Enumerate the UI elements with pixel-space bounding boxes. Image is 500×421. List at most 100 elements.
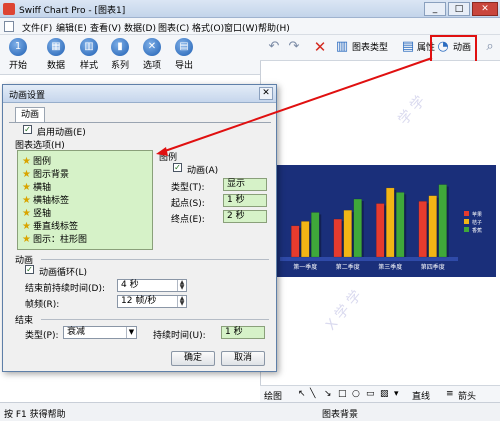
style-button[interactable]: ▥ 样式: [75, 38, 103, 71]
data-icon: ▦: [47, 38, 65, 56]
chart-bar: [311, 212, 320, 258]
chart-bar-shade: [446, 186, 449, 257]
list-item-label: 竖轴: [32, 209, 51, 219]
chart-bar: [418, 201, 427, 258]
legend-animation-checkbox[interactable]: ✓: [173, 163, 182, 172]
export-button[interactable]: ▤ 导出: [170, 38, 198, 71]
ok-button[interactable]: 确定: [171, 351, 215, 366]
options-button[interactable]: ✕ 选项: [138, 38, 166, 71]
animation-settings-dialog: 动画设置 ✕ 动画 ✓ 启用动画(E) 图表选项(H) ★ 图例 ★ 图示背景 ★ 横…: [2, 84, 277, 372]
ellipse-tool-icon[interactable]: ○: [352, 389, 360, 399]
chart-options-list[interactable]: ★ 图例 ★ 图示背景 ★ 横轴 ★ 横轴标签 ★ 竖轴 ★ 垂直线标签 ★ 图示：柱形图: [17, 150, 153, 250]
list-item[interactable]: ★ 垂直线标签: [22, 219, 78, 232]
text-tool-icon[interactable]: ▭: [366, 389, 375, 399]
chart-bar-shade: [361, 201, 364, 257]
star-icon: ★: [22, 169, 31, 180]
menu-format[interactable]: 格式(O): [192, 21, 224, 34]
arrow-tool-icon[interactable]: ↘: [324, 389, 332, 399]
legend-swatch: [464, 211, 469, 216]
list-item[interactable]: ★ 图例: [22, 154, 51, 167]
list-item[interactable]: ★ 图示背景: [22, 167, 69, 180]
dialog-close-button[interactable]: ✕: [259, 87, 273, 100]
menu-file[interactable]: 文件(F): [22, 21, 52, 34]
title-bar: Swiff Chart Pro - [图表1] _ □ ✕: [0, 0, 500, 18]
arrow-style-label[interactable]: 箭头: [458, 389, 476, 402]
series-button[interactable]: ▮ 系列: [106, 38, 134, 71]
chart-type-icon: ▥: [335, 39, 349, 54]
stepper-arrows-icon[interactable]: ▲ ▼: [177, 296, 186, 307]
end-field[interactable]: 2 秒: [223, 210, 267, 223]
undo-icon[interactable]: ↶: [266, 39, 282, 55]
app-icon: [3, 3, 15, 15]
data-button[interactable]: ▦ 数据: [42, 38, 70, 71]
list-item-label: 图例: [32, 157, 51, 167]
animation-loop-checkbox[interactable]: ✓: [25, 265, 34, 274]
menu-data[interactable]: 数据(D): [124, 21, 156, 34]
chart-preview[interactable]: 第一季度 第二季度 第三季度 第四季度 苹果 桔子 香蕉: [268, 165, 496, 277]
chart-type-button[interactable]: 图表类型: [352, 40, 388, 53]
start-button[interactable]: 1 开始: [4, 38, 32, 71]
fill-color-icon[interactable]: ▾: [394, 389, 399, 399]
status-help: 按 F1 获得帮助: [4, 410, 66, 420]
stepper-arrows-icon[interactable]: ▲ ▼: [177, 280, 186, 291]
duration-stepper[interactable]: 4 秒 ▲ ▼: [117, 279, 187, 292]
menu-help[interactable]: 帮助(H): [258, 21, 290, 34]
start-label: 起点(S):: [171, 199, 205, 209]
chart-bar-shade: [404, 194, 407, 257]
menu-window[interactable]: 窗口(W): [224, 21, 258, 34]
menu-view[interactable]: 查看(V): [90, 21, 121, 34]
list-item[interactable]: ★ 图示：柱形图: [22, 232, 87, 245]
legend-swatch: [464, 227, 469, 232]
list-item[interactable]: ★ 横轴: [22, 180, 51, 193]
rectangle-tool-icon[interactable]: □: [338, 389, 347, 399]
legend-label: 桔子: [472, 219, 482, 226]
tab-animation[interactable]: 动画: [15, 107, 45, 123]
chart-bar: [343, 209, 352, 258]
minimize-button[interactable]: _: [424, 2, 446, 16]
start-field[interactable]: 1 秒: [223, 194, 267, 207]
type-label: 类型(T):: [171, 183, 205, 193]
chart-bar: [301, 221, 310, 258]
pointer-icon[interactable]: ↖: [298, 389, 306, 399]
list-item-label: 图示：柱形图: [32, 235, 87, 245]
export-label: 导出: [174, 61, 193, 71]
chart-bar: [386, 187, 395, 258]
enable-animation-checkbox[interactable]: ✓: [23, 125, 32, 134]
image-tool-icon[interactable]: ▨: [380, 389, 389, 399]
close-button[interactable]: ✕: [472, 2, 498, 16]
chart-bar: [438, 184, 447, 258]
draw-menu[interactable]: 绘图: [264, 389, 282, 402]
menu-bar: 文件(F) 编辑(E) 查看(V) 数据(D) 图表(C) 格式(O) 窗口(W…: [0, 18, 500, 35]
list-item[interactable]: ★ 竖轴: [22, 206, 51, 219]
list-item[interactable]: ★ 横轴标签: [22, 193, 69, 206]
tab-divider: [9, 122, 271, 123]
series-icon: ▮: [111, 38, 129, 56]
delete-icon[interactable]: ✕: [312, 39, 328, 55]
maximize-button[interactable]: □: [448, 2, 470, 16]
cancel-button[interactable]: 取消: [221, 351, 265, 366]
document-icon: [4, 21, 14, 32]
line-style-label[interactable]: 直线: [412, 389, 430, 402]
menu-chart[interactable]: 图表(C): [158, 21, 189, 34]
dialog-title-bar: 动画设置: [3, 85, 276, 103]
chart-bar-shade: [341, 221, 344, 257]
star-icon: ★: [22, 221, 31, 232]
redo-icon[interactable]: ↷: [286, 39, 302, 55]
animation-group-line: [41, 259, 269, 260]
end-type-label: 类型(P):: [25, 331, 59, 341]
line-tool-icon[interactable]: ╲: [310, 389, 315, 399]
fps-stepper[interactable]: 12 帧/秒 ▲ ▼: [117, 295, 187, 308]
menu-edit[interactable]: 编辑(E): [56, 21, 87, 34]
list-item-label: 横轴: [32, 183, 51, 193]
chart-bar-shade: [394, 189, 397, 257]
animation-loop-label: 动画循环(L): [39, 268, 88, 278]
end-duration-field[interactable]: 1 秒: [221, 326, 265, 339]
type-field[interactable]: 显示: [223, 178, 267, 191]
end-type-select[interactable]: 衰减 ▼: [63, 326, 137, 339]
search-icon[interactable]: ⌕: [482, 39, 498, 55]
list-item-label: 图示背景: [32, 170, 69, 180]
chart-bar: [353, 198, 362, 258]
start-icon: 1: [9, 38, 27, 56]
line-width-icon[interactable]: ≡: [446, 389, 454, 399]
duration-label: 结束前持续时间(D):: [25, 284, 105, 294]
